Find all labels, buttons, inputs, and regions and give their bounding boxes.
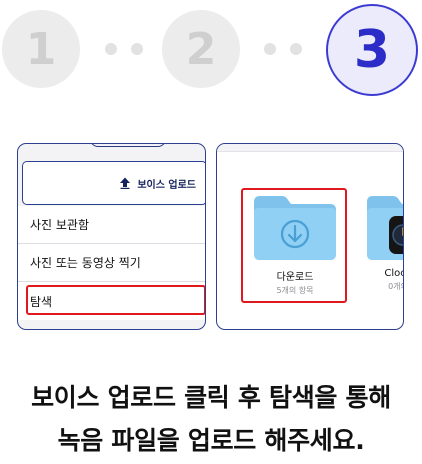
step-2-indicator: 2 — [162, 10, 240, 88]
step-1-number: 1 — [25, 23, 57, 75]
step-dot — [131, 43, 143, 55]
files-browser-panel: 다운로드 5개의 항목 Clock 0개의 — [216, 143, 404, 330]
folder-downloads[interactable]: 다운로드 5개의 항목 — [247, 192, 343, 296]
upload-arrow-icon — [120, 177, 131, 189]
clock-folder-icon — [367, 196, 403, 260]
menu-item-label: 탐색 — [30, 294, 53, 309]
step-3-number: 3 — [353, 20, 391, 80]
step-2-number: 2 — [185, 23, 217, 75]
menu-top-tab — [90, 144, 166, 147]
download-folder-icon — [254, 196, 336, 260]
step-3-indicator: 3 — [326, 4, 418, 96]
step-dot — [264, 43, 276, 55]
menu-item-label: 사진 보관함 — [30, 218, 90, 232]
folder-clock[interactable]: Clock 0개의 — [363, 192, 403, 292]
menu-item-photo-library[interactable]: 사진 보관함 — [18, 206, 205, 244]
instruction-line-1: 보이스 업로드 클릭 후 탐색을 통해 — [31, 383, 391, 412]
step-dot — [290, 43, 302, 55]
upload-menu-panel: 보이스 업로드 사진 보관함 사진 또는 동영상 찍기 탐색 — [17, 143, 206, 330]
folder-name: 다운로드 — [276, 272, 314, 283]
menu-item-label: 사진 또는 동영상 찍기 — [30, 256, 141, 270]
step-1-indicator: 1 — [2, 10, 80, 88]
menu-item-take-photo-or-video[interactable]: 사진 또는 동영상 찍기 — [18, 244, 205, 282]
voice-upload-label: 보이스 업로드 — [137, 179, 196, 191]
folder-name: Clock — [384, 268, 403, 279]
voice-upload-button[interactable]: 보이스 업로드 — [22, 161, 205, 205]
step-dot — [105, 43, 117, 55]
folder-item-count: 0개의 — [388, 282, 403, 291]
folder-item-count: 5개의 항목 — [276, 286, 314, 295]
menu-item-browse[interactable]: 탐색 — [18, 282, 205, 320]
instruction-line-2: 녹음 파일을 업로드 해주세요. — [57, 426, 365, 455]
files-top-strip — [217, 144, 403, 152]
